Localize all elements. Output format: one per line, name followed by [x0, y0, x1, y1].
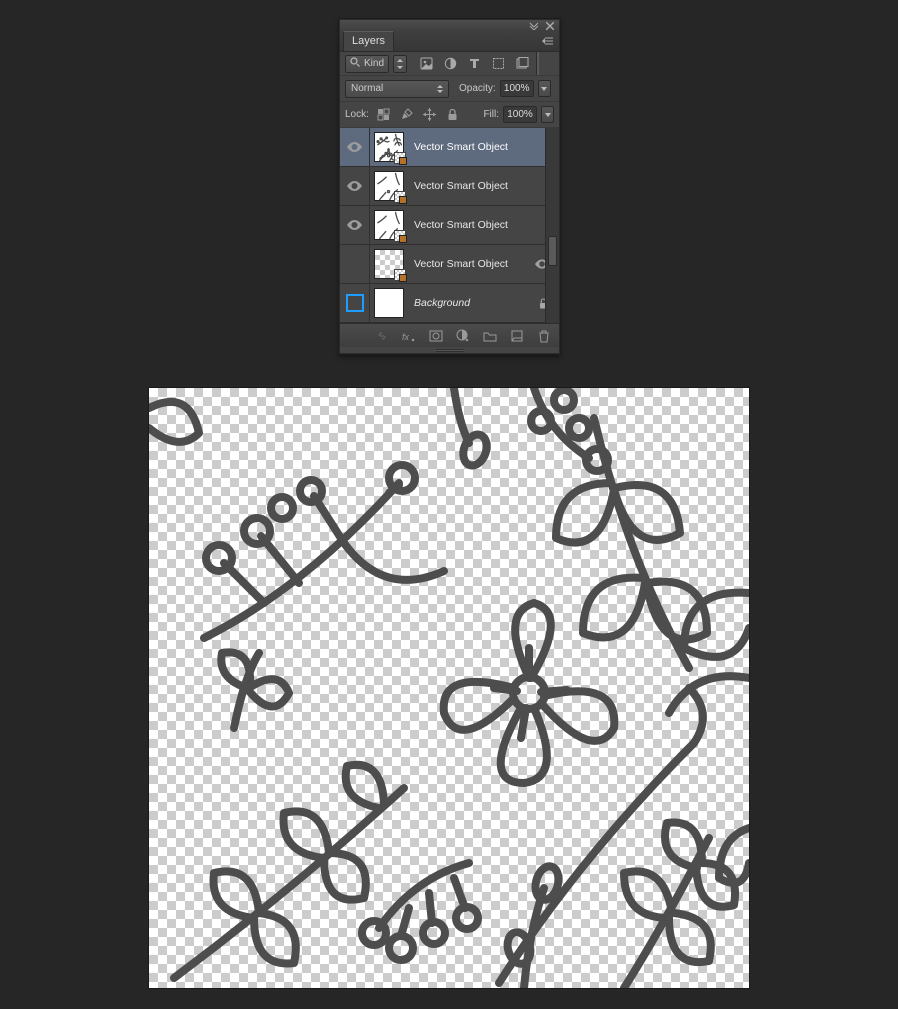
- lock-label: Lock:: [345, 109, 369, 120]
- lock-icons: [377, 108, 460, 122]
- canvas-artwork: [149, 388, 749, 988]
- link-layers-icon[interactable]: [375, 329, 389, 343]
- close-icon[interactable]: [545, 22, 555, 30]
- layer-row[interactable]: Vector Smart Object: [340, 167, 559, 206]
- blend-row: Normal Opacity: 100%: [340, 76, 559, 102]
- panel-resize-grip[interactable]: [340, 347, 559, 353]
- fill-label: Fill:: [483, 109, 499, 120]
- opacity-dropdown[interactable]: [538, 80, 551, 97]
- layer-name[interactable]: Vector Smart Object: [414, 141, 508, 153]
- layers-list: Vector Smart Object Vector Smart Object: [340, 128, 559, 323]
- smart-object-badge: [394, 152, 406, 164]
- panel-tabstrip: Layers: [340, 32, 559, 52]
- layer-name[interactable]: Vector Smart Object: [414, 258, 508, 270]
- visibility-toggle[interactable]: [340, 167, 370, 205]
- frame-indicator-icon: [346, 294, 364, 312]
- smart-object-badge: [394, 191, 406, 203]
- flyout-menu-icon[interactable]: [542, 34, 556, 48]
- visibility-toggle[interactable]: [340, 284, 370, 322]
- adjustment-layer-icon[interactable]: [456, 329, 470, 343]
- layer-mask-icon[interactable]: [429, 329, 443, 343]
- smart-object-badge: [394, 269, 406, 281]
- lock-paint-icon[interactable]: [400, 108, 414, 122]
- layer-row[interactable]: Background: [340, 284, 559, 323]
- delete-layer-icon[interactable]: [537, 329, 551, 343]
- layer-thumbnail[interactable]: [374, 249, 404, 279]
- document-canvas[interactable]: [149, 388, 749, 988]
- collapse-icon[interactable]: [529, 22, 539, 30]
- visibility-toggle[interactable]: [340, 128, 370, 166]
- layer-thumbnail[interactable]: [374, 171, 404, 201]
- filter-type-icons: [419, 57, 529, 71]
- lock-position-icon[interactable]: [423, 108, 437, 122]
- svg-text:fx: fx: [402, 332, 410, 342]
- filter-row: Kind: [340, 52, 559, 76]
- filter-smartobject-icon[interactable]: [515, 57, 529, 71]
- opacity-label: Opacity:: [459, 83, 496, 94]
- filter-pixel-icon[interactable]: [419, 57, 433, 71]
- layer-row[interactable]: Vector Smart Object: [340, 245, 559, 284]
- layer-style-icon[interactable]: fx: [402, 329, 416, 343]
- lock-row: Lock: Fill: 100%: [340, 102, 559, 128]
- filter-kind-stepper[interactable]: [393, 55, 407, 73]
- search-icon: [350, 57, 360, 70]
- layers-bottom-toolbar: fx: [340, 323, 559, 347]
- new-layer-icon[interactable]: [510, 329, 524, 343]
- layers-panel: Layers Kind Normal Opacity: 100%: [339, 19, 560, 354]
- filter-adjustment-icon[interactable]: [443, 57, 457, 71]
- filter-toggle-switch[interactable]: [536, 52, 539, 75]
- smart-object-badge: [394, 230, 406, 242]
- blend-mode-dropdown[interactable]: Normal: [345, 80, 449, 98]
- visibility-toggle[interactable]: [340, 245, 370, 283]
- layer-row[interactable]: Vector Smart Object: [340, 206, 559, 245]
- layer-name[interactable]: Background: [414, 297, 470, 309]
- fill-dropdown[interactable]: [541, 106, 554, 123]
- layer-row[interactable]: Vector Smart Object: [340, 128, 559, 167]
- blend-mode-value: Normal: [351, 83, 383, 94]
- layer-thumbnail[interactable]: [374, 210, 404, 240]
- layer-thumbnail[interactable]: [374, 132, 404, 162]
- scrollbar-thumb[interactable]: [548, 236, 557, 266]
- opacity-input[interactable]: 100%: [500, 80, 534, 97]
- filter-shape-icon[interactable]: [491, 57, 505, 71]
- group-icon[interactable]: [483, 329, 497, 343]
- filter-type-icon[interactable]: [467, 57, 481, 71]
- visibility-toggle[interactable]: [340, 206, 370, 244]
- layer-name[interactable]: Vector Smart Object: [414, 219, 508, 231]
- layer-name[interactable]: Vector Smart Object: [414, 180, 508, 192]
- layers-scrollbar[interactable]: [545, 128, 559, 323]
- lock-transparency-icon[interactable]: [377, 108, 391, 122]
- lock-all-icon[interactable]: [446, 108, 460, 122]
- layer-thumbnail[interactable]: [374, 288, 404, 318]
- filter-kind-search[interactable]: Kind: [345, 55, 389, 73]
- tab-layers[interactable]: Layers: [343, 31, 394, 51]
- filter-kind-label: Kind: [364, 58, 384, 69]
- fill-input[interactable]: 100%: [503, 106, 537, 123]
